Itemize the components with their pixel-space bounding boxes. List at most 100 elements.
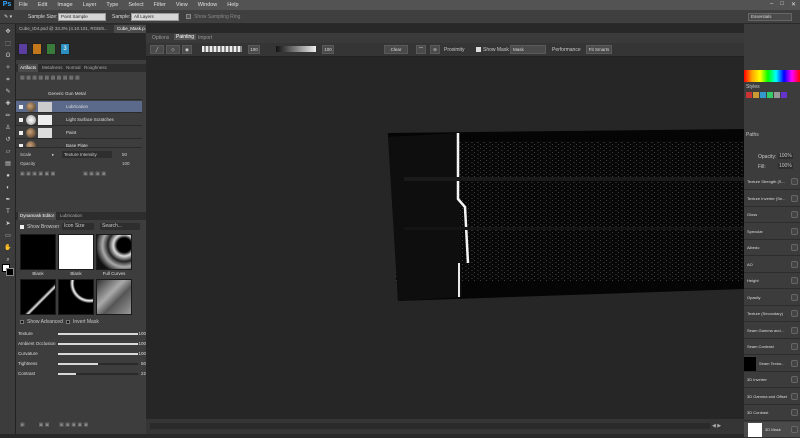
value-field-1[interactable]: 100 — [248, 45, 260, 54]
mask-thumb-5[interactable] — [58, 279, 94, 315]
menu-view[interactable]: View — [171, 2, 193, 8]
hand-tool-icon[interactable]: ✋ — [3, 244, 13, 252]
maximize-icon[interactable]: □ — [780, 1, 784, 8]
layer-thumbnail-icon[interactable] — [791, 425, 798, 433]
document-canvas[interactable] — [146, 57, 744, 419]
tab-lubrication[interactable]: Lubrication — [58, 212, 84, 220]
layer-thumbnail-icon[interactable] — [791, 227, 798, 235]
path-select-icon[interactable]: ➤ — [3, 220, 13, 228]
layer-thumbnail-icon[interactable] — [791, 392, 798, 400]
layer-row[interactable]: 3D Gamma and Offset — [744, 389, 800, 405]
layer-thumbnail-icon[interactable] — [791, 277, 798, 284]
layer-thumbnail-icon[interactable] — [791, 293, 798, 301]
tab-dynamask-editor[interactable]: Dynamask Editor — [18, 212, 57, 220]
zoom-tool-icon[interactable]: ⌕ — [3, 256, 13, 264]
mask-thumb-4[interactable] — [20, 279, 56, 315]
circle-icon[interactable]: ⊖ — [430, 45, 440, 54]
horizontal-scrollbar[interactable]: ◀ ▶ — [146, 419, 744, 434]
preset-icon[interactable]: ◉ — [182, 45, 192, 54]
styles-label[interactable]: Styles — [746, 84, 760, 90]
brush-tool-icon[interactable]: ✏ — [3, 112, 13, 120]
visibility-checkbox[interactable] — [19, 144, 23, 147]
performance-label[interactable]: Performance — [552, 47, 581, 53]
scale-value[interactable]: 50 — [122, 151, 127, 159]
layer-row[interactable]: Gloss — [744, 207, 800, 223]
menu-image[interactable]: Image — [52, 2, 77, 8]
layer-row-paint[interactable]: Paint — [16, 127, 142, 139]
slider-track[interactable] — [58, 353, 138, 355]
visibility-checkbox[interactable] — [19, 105, 23, 109]
close-icon[interactable]: ✕ — [791, 1, 796, 8]
tab-cube-id[interactable]: Cube_ID4.psd @ 33.3% (4.10.101, RGB/8... — [16, 25, 114, 33]
brush-icon[interactable]: ╱ — [150, 45, 164, 54]
slider-value[interactable]: 22 — [136, 370, 146, 378]
layer-thumbnail-icon[interactable] — [791, 178, 798, 185]
tab-import[interactable]: Import — [198, 35, 212, 41]
layer-row[interactable]: Texture Strength (S... — [744, 174, 800, 190]
icon-size-field[interactable]: Icon Size — [62, 223, 94, 230]
opacity-value[interactable]: 100% — [778, 153, 793, 159]
ddo-app-icon-1[interactable] — [18, 43, 28, 55]
layer-group-row[interactable]: Generic Gun Metal — [16, 88, 142, 100]
mask-thumb-blank-white[interactable] — [58, 234, 94, 270]
layer-row[interactable]: 3D Mask — [744, 421, 800, 438]
pen-tool-icon[interactable]: ✒ — [3, 196, 13, 204]
curve-icon[interactable]: ⌒ — [416, 45, 426, 54]
marquee-tool-icon[interactable]: ⬚ — [3, 40, 13, 48]
eraser-icon[interactable]: ◇ — [166, 45, 180, 54]
tab-normal[interactable]: Normal — [64, 64, 83, 72]
blur-tool-icon[interactable]: ● — [3, 172, 13, 180]
mask-thumb-blank-black[interactable] — [20, 234, 56, 270]
paths-label[interactable]: Paths — [746, 132, 759, 138]
layer-thumbnail-icon[interactable] — [791, 260, 798, 268]
menu-file[interactable]: File — [14, 2, 33, 8]
layer-row[interactable]: Seam Gamma and... — [744, 323, 800, 339]
show-advanced-checkbox[interactable] — [20, 320, 24, 324]
quick-select-icon[interactable]: ✧ — [3, 64, 13, 72]
panel-toolbar-icons[interactable]: ▦ ▦ ▦ ▦ ▦ ▦ ▦ ▦ ▦ ▦ — [20, 75, 80, 81]
color-spectrum[interactable] — [744, 70, 800, 82]
healing-tool-icon[interactable]: ✚ — [3, 100, 13, 108]
eyedropper-tool-icon[interactable]: ✎ — [3, 88, 13, 96]
invert-mask-checkbox[interactable] — [66, 320, 70, 324]
ddo-app-icon-2[interactable] — [32, 43, 42, 55]
ddo-app-icon-3d[interactable]: 3 — [60, 43, 70, 55]
layer-row[interactable]: Specular — [744, 224, 800, 240]
eyedropper-icon[interactable]: ✎ ▾ — [4, 14, 12, 20]
mask-thumb-full-curves[interactable] — [96, 234, 132, 270]
bottom-action-icons[interactable]: ▣ ▣ ▣ ▣ ▣ ▣ ▣ ▣ — [20, 422, 88, 428]
layer-thumbnail-icon[interactable] — [791, 376, 798, 383]
show-ring-checkbox[interactable] — [186, 14, 191, 19]
menu-help[interactable]: Help — [222, 2, 243, 8]
tab-options[interactable]: Options — [152, 35, 169, 41]
menu-filter[interactable]: Filter — [149, 2, 171, 8]
eraser-tool-icon[interactable]: ▱ — [3, 148, 13, 156]
mask-thumb-6[interactable] — [96, 279, 132, 315]
layer-row[interactable]: 3D Contrast — [744, 405, 800, 421]
slider-value[interactable]: 100 — [136, 330, 146, 338]
layer-thumbnail-icon[interactable] — [791, 194, 798, 202]
menu-layer[interactable]: Layer — [78, 2, 102, 8]
slider-value[interactable]: 50 — [136, 360, 146, 368]
type-tool-icon[interactable]: T — [3, 208, 13, 216]
visibility-checkbox[interactable] — [19, 131, 23, 135]
shape-tool-icon[interactable]: ▭ — [3, 232, 13, 240]
layer-row-lubrication[interactable]: Lubrication — [16, 101, 142, 113]
styles-swatches[interactable] — [746, 92, 798, 106]
layer-thumbnail-icon[interactable] — [791, 326, 798, 334]
proximity-label[interactable]: Proximity — [444, 47, 465, 53]
fit-smarts-button[interactable]: Fit Smarts — [586, 45, 612, 54]
gradient-tool-icon[interactable]: ▤ — [3, 160, 13, 168]
slider-track[interactable] — [58, 333, 138, 335]
tab-painting[interactable]: Painting — [174, 34, 197, 40]
lasso-tool-icon[interactable]: ʘ — [3, 52, 13, 60]
slider-track[interactable] — [58, 343, 138, 345]
mask-select[interactable]: Mask — [510, 45, 546, 54]
tab-metalness[interactable]: Metalness — [40, 64, 65, 72]
background-color-swatch[interactable] — [6, 268, 14, 276]
visibility-checkbox[interactable] — [19, 118, 23, 122]
crop-tool-icon[interactable]: ⌗ — [3, 76, 13, 84]
history-brush-icon[interactable]: ↺ — [3, 136, 13, 144]
layer-row[interactable]: Texture Inverter (Se... — [744, 191, 800, 207]
layer-row[interactable]: AO — [744, 257, 800, 273]
